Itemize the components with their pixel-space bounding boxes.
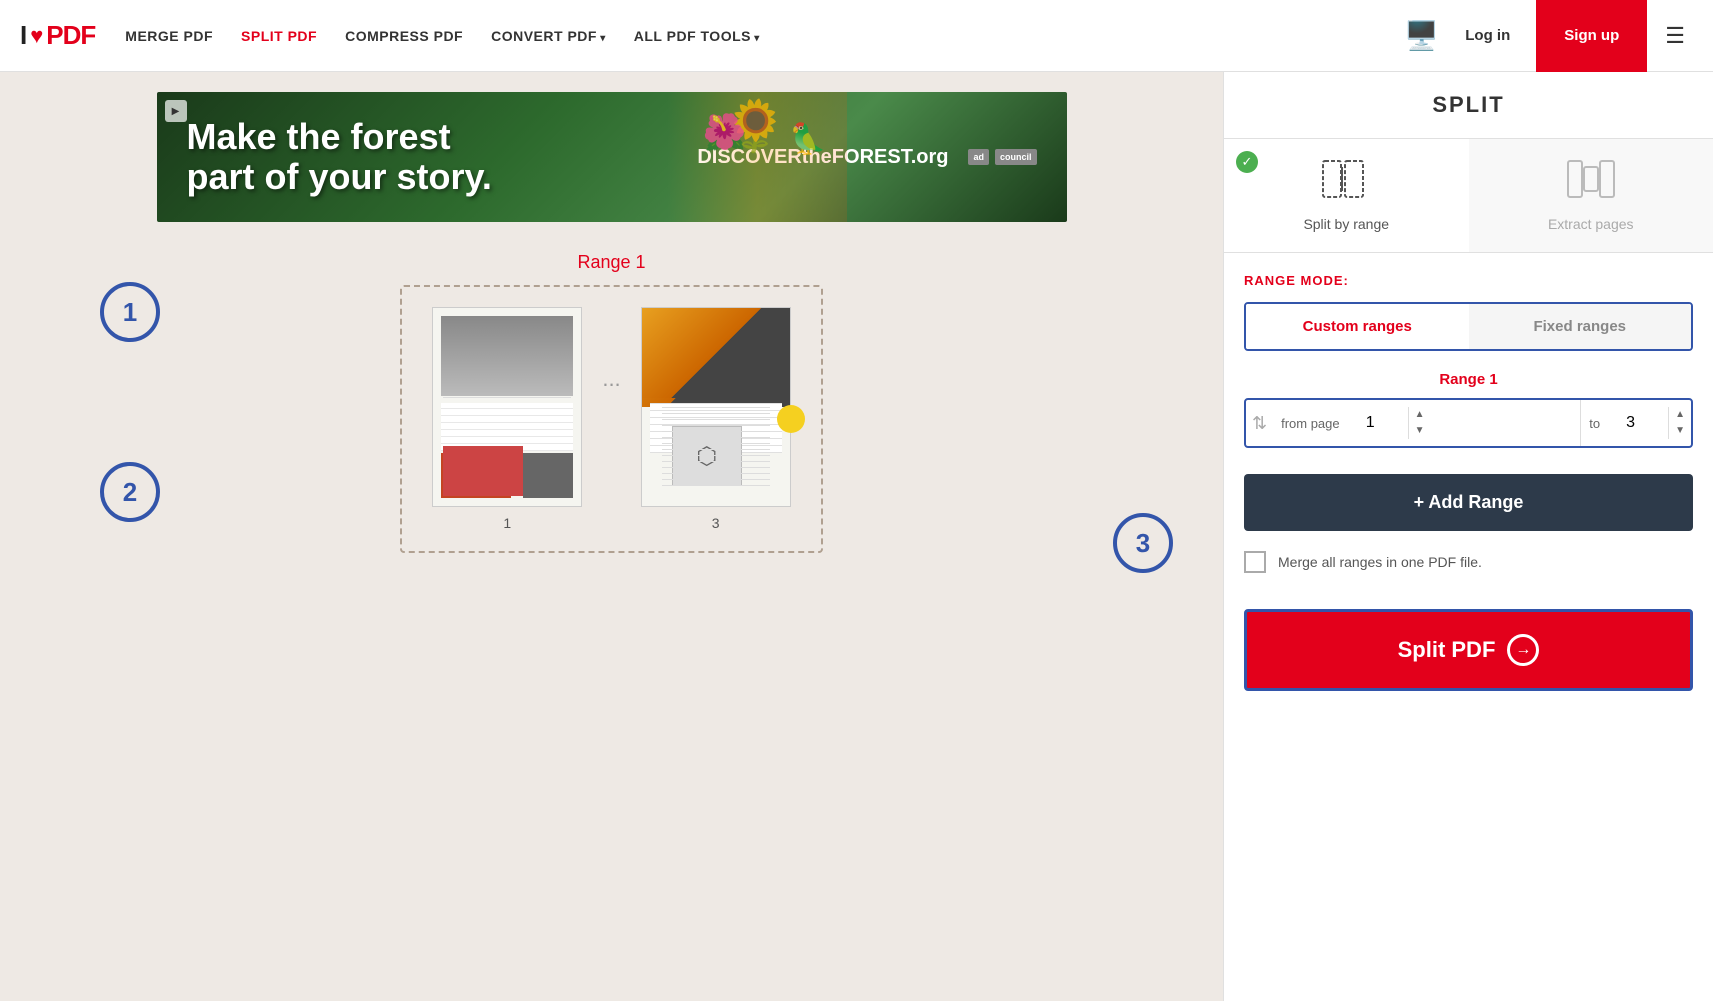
to-increment-button[interactable]: ▲ — [1669, 407, 1691, 423]
page-num-3: 3 — [712, 515, 720, 531]
merge-label: Merge all ranges in one PDF file. — [1278, 554, 1482, 570]
nav-compress-pdf[interactable]: COMPRESS PDF — [345, 28, 463, 44]
page-thumbnail-1 — [432, 307, 582, 507]
page-thumbnail-3: ⬡ — [641, 307, 791, 507]
from-decrement-button[interactable]: ▼ — [1409, 423, 1431, 439]
logo-pdf: PDF — [46, 20, 95, 51]
from-increment-button[interactable]: ▲ — [1409, 407, 1431, 423]
page-num-1: 1 — [503, 515, 511, 531]
ad-badge-ad: ad — [968, 149, 989, 165]
split-range-icon — [1321, 159, 1371, 208]
main-nav: MERGE PDF SPLIT PDF COMPRESS PDF CONVERT… — [125, 28, 1374, 44]
split-pdf-label: Split PDF — [1398, 637, 1496, 663]
step3-circle: 3 — [1113, 513, 1173, 573]
custom-ranges-button[interactable]: Custom ranges — [1244, 302, 1471, 351]
right-panel: SPLIT ✓ Split by range — [1223, 72, 1713, 1001]
page-thumb-3: ⬡ 3 — [641, 307, 791, 531]
range-preview-label: Range 1 — [577, 252, 645, 273]
signup-button[interactable]: Sign up — [1536, 0, 1647, 72]
ad-banner: ▶ Make the forest part of your story. 🌻 … — [157, 92, 1067, 222]
merge-checkbox[interactable] — [1244, 551, 1266, 573]
mode-split-by-range[interactable]: ✓ Split by range — [1224, 139, 1469, 252]
extract-pages-label: Extract pages — [1548, 216, 1634, 232]
split-title: SPLIT — [1224, 72, 1713, 139]
to-spinners: ▲ ▼ — [1668, 407, 1691, 439]
yellow-dot — [777, 405, 805, 433]
range1-title: Range 1 — [1244, 371, 1693, 388]
add-range-button[interactable]: + Add Range — [1244, 474, 1693, 531]
split-btn-wrapper: Split PDF → — [1224, 593, 1713, 711]
logo[interactable]: I ♥ PDF — [20, 20, 95, 51]
from-box: from page ▲ ▼ — [1273, 400, 1581, 446]
from-page-input[interactable] — [1348, 400, 1408, 446]
nav-convert-pdf[interactable]: CONVERT PDF — [491, 28, 606, 44]
ellipsis: ... — [602, 366, 620, 392]
check-icon: ✓ — [1236, 151, 1258, 173]
split-pdf-button[interactable]: Split PDF → — [1244, 609, 1693, 691]
split-modes: ✓ Split by range — [1224, 139, 1713, 253]
range1-section: Range 1 ⇅ from page ▲ ▼ to ▲ ▼ — [1224, 361, 1713, 458]
ad-badge-council: council — [995, 149, 1037, 165]
nav-split-pdf[interactable]: SPLIT PDF — [241, 28, 317, 44]
split-pdf-arrow-icon: → — [1507, 634, 1539, 666]
range1-row: ⇅ from page ▲ ▼ to ▲ ▼ — [1244, 398, 1693, 448]
nav-all-tools[interactable]: ALL PDF TOOLS — [634, 28, 760, 44]
ad-badges: ad council — [968, 149, 1036, 165]
step2-circle: 2 — [100, 462, 160, 522]
logo-i: I — [20, 20, 26, 51]
ad-text: Make the forest part of your story. — [187, 117, 492, 196]
to-decrement-button[interactable]: ▼ — [1669, 423, 1691, 439]
step1-circle: 1 — [100, 282, 160, 342]
to-box: to ▲ ▼ — [1581, 400, 1691, 446]
ad-play-icon: ▶ — [165, 100, 187, 122]
merge-row: Merge all ranges in one PDF file. — [1224, 547, 1713, 593]
split-by-range-label: Split by range — [1303, 216, 1389, 232]
header-right: 🖥️ Log in Sign up ☰ — [1404, 0, 1693, 72]
login-button[interactable]: Log in — [1449, 19, 1526, 52]
range-mode-label: RANGE MODE: — [1244, 273, 1693, 288]
mode-extract-pages[interactable]: Extract pages — [1469, 139, 1713, 252]
fixed-ranges-button[interactable]: Fixed ranges — [1469, 304, 1692, 349]
to-page-input[interactable] — [1608, 400, 1668, 446]
nav-merge-pdf[interactable]: MERGE PDF — [125, 28, 213, 44]
menu-button[interactable]: ☰ — [1657, 15, 1693, 57]
from-label: from page — [1273, 416, 1348, 431]
logo-heart-icon: ♥ — [30, 23, 42, 49]
download-button[interactable]: 🖥️ — [1404, 19, 1439, 52]
sort-handle[interactable]: ⇅ — [1246, 405, 1273, 442]
range-mode-buttons: Custom ranges Fixed ranges — [1244, 302, 1693, 351]
main-layout: ▶ Make the forest part of your story. 🌻 … — [0, 72, 1713, 1001]
to-label: to — [1581, 416, 1608, 431]
range-mode-section: RANGE MODE: Custom ranges Fixed ranges — [1224, 253, 1713, 361]
from-spinners: ▲ ▼ — [1408, 407, 1431, 439]
header: I ♥ PDF MERGE PDF SPLIT PDF COMPRESS PDF… — [0, 0, 1713, 72]
range-preview-box: 1 ... ⬡ 3 — [400, 285, 822, 553]
monitor-download-icon: 🖥️ — [1404, 20, 1439, 51]
page-thumb-1: 1 — [432, 307, 582, 531]
extract-pages-icon — [1566, 159, 1616, 208]
left-panel: ▶ Make the forest part of your story. 🌻 … — [0, 72, 1223, 1001]
